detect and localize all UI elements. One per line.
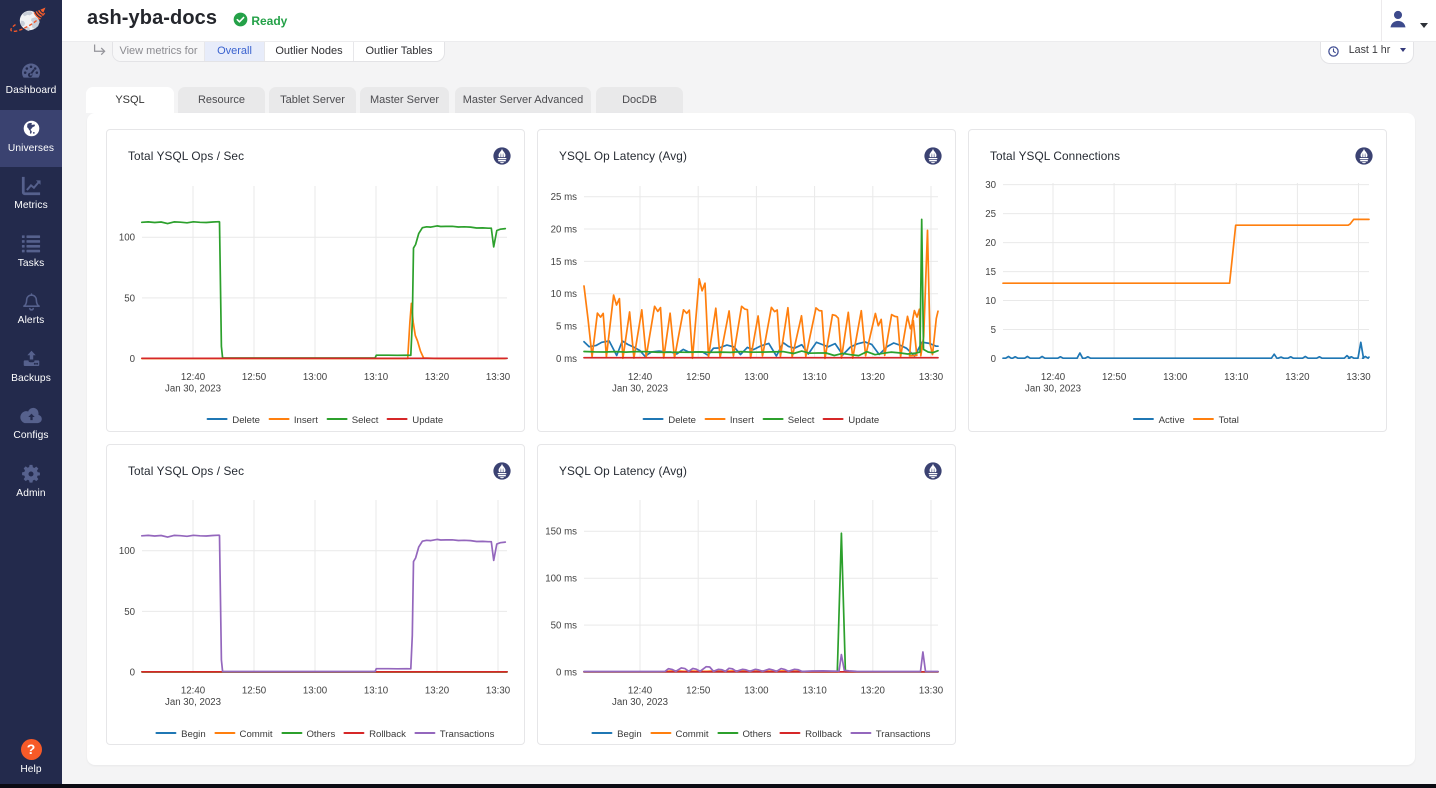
svg-text:30: 30 <box>985 180 996 191</box>
svg-text:Jan 30, 2023: Jan 30, 2023 <box>165 697 221 708</box>
svg-text:12:40: 12:40 <box>181 686 206 697</box>
svg-text:13:30: 13:30 <box>919 686 944 697</box>
svg-text:Jan 30, 2023: Jan 30, 2023 <box>1025 384 1081 395</box>
svg-text:12:50: 12:50 <box>686 372 711 383</box>
svg-text:0: 0 <box>991 354 997 365</box>
svg-text:13:00: 13:00 <box>744 686 769 697</box>
svg-text:100: 100 <box>119 546 136 557</box>
svg-text:5: 5 <box>991 325 996 336</box>
svg-text:13:10: 13:10 <box>1224 372 1249 383</box>
svg-text:100: 100 <box>119 233 136 244</box>
svg-text:13:00: 13:00 <box>303 686 328 697</box>
svg-text:10: 10 <box>985 296 996 307</box>
svg-text:12:50: 12:50 <box>1102 372 1127 383</box>
svg-text:20: 20 <box>985 238 996 249</box>
svg-text:13:00: 13:00 <box>744 372 769 383</box>
svg-text:10 ms: 10 ms <box>551 289 578 300</box>
svg-text:0: 0 <box>130 354 136 365</box>
svg-text:13:00: 13:00 <box>1163 372 1188 383</box>
svg-text:0 ms: 0 ms <box>556 667 577 678</box>
svg-text:12:50: 12:50 <box>242 686 267 697</box>
svg-text:13:30: 13:30 <box>919 372 944 383</box>
svg-text:13:30: 13:30 <box>486 372 511 383</box>
svg-text:50: 50 <box>124 607 135 618</box>
svg-text:100 ms: 100 ms <box>545 574 577 585</box>
svg-text:Jan 30, 2023: Jan 30, 2023 <box>612 697 668 708</box>
svg-text:5 ms: 5 ms <box>556 322 577 333</box>
svg-text:25 ms: 25 ms <box>551 192 578 203</box>
svg-text:50 ms: 50 ms <box>551 621 578 632</box>
svg-text:13:20: 13:20 <box>425 686 450 697</box>
svg-text:25: 25 <box>985 209 996 220</box>
svg-text:13:10: 13:10 <box>364 372 389 383</box>
svg-text:13:20: 13:20 <box>1285 372 1310 383</box>
svg-text:15: 15 <box>985 267 996 278</box>
svg-text:13:20: 13:20 <box>861 372 886 383</box>
svg-text:13:30: 13:30 <box>486 686 511 697</box>
svg-text:13:10: 13:10 <box>802 686 827 697</box>
svg-text:50: 50 <box>124 293 135 304</box>
svg-text:13:10: 13:10 <box>364 686 389 697</box>
svg-text:12:40: 12:40 <box>1041 372 1066 383</box>
svg-text:12:50: 12:50 <box>242 372 267 383</box>
svg-text:12:40: 12:40 <box>181 372 206 383</box>
svg-text:15 ms: 15 ms <box>551 257 578 268</box>
svg-text:Jan 30, 2023: Jan 30, 2023 <box>165 384 221 395</box>
svg-text:0: 0 <box>130 667 136 678</box>
svg-text:13:10: 13:10 <box>802 372 827 383</box>
svg-text:13:30: 13:30 <box>1346 372 1371 383</box>
svg-text:13:00: 13:00 <box>303 372 328 383</box>
svg-text:150 ms: 150 ms <box>545 527 577 538</box>
svg-text:12:40: 12:40 <box>628 686 653 697</box>
svg-text:12:40: 12:40 <box>628 372 653 383</box>
svg-text:13:20: 13:20 <box>861 686 886 697</box>
svg-text:Jan 30, 2023: Jan 30, 2023 <box>612 384 668 395</box>
svg-text:20 ms: 20 ms <box>551 224 578 235</box>
svg-text:12:50: 12:50 <box>686 686 711 697</box>
svg-text:0 ms: 0 ms <box>556 354 577 365</box>
svg-text:13:20: 13:20 <box>425 372 450 383</box>
